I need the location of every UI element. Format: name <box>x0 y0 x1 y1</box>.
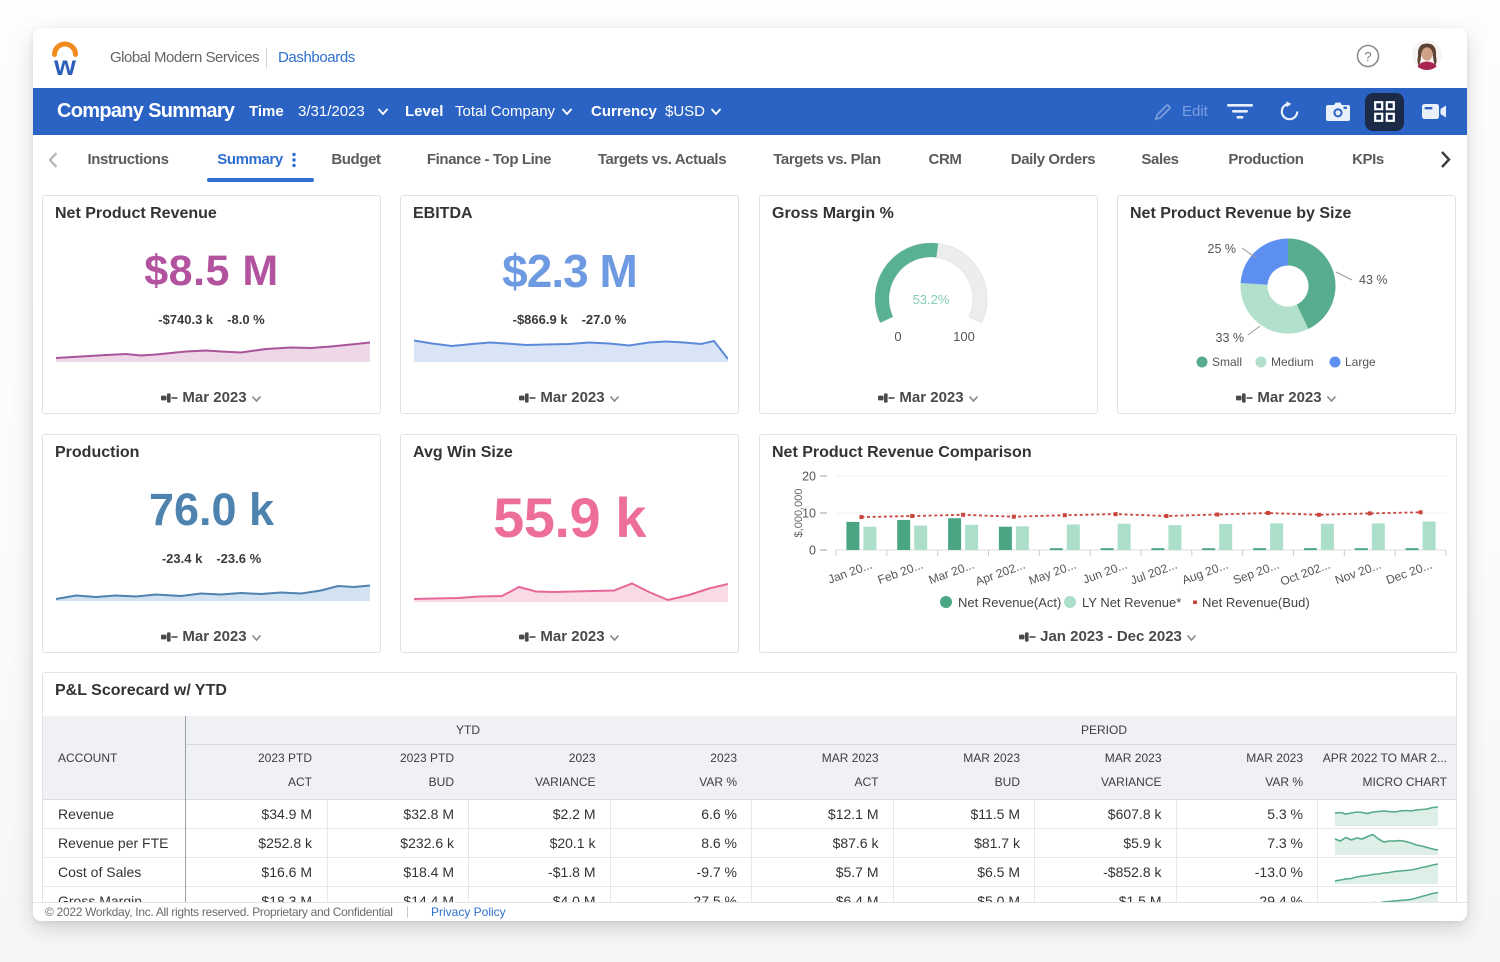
svg-text:Net Revenue(Bud): Net Revenue(Bud) <box>1202 595 1310 610</box>
svg-text:LY Net Revenue*: LY Net Revenue* <box>1082 595 1181 610</box>
svg-text:25 %: 25 % <box>1208 242 1237 256</box>
svg-text:May 20...: May 20... <box>1027 558 1078 588</box>
svg-text:Net Revenue(Act): Net Revenue(Act) <box>958 595 1061 610</box>
svg-text:43 %: 43 % <box>1359 273 1388 287</box>
svg-text:Feb 20...: Feb 20... <box>876 558 925 587</box>
svg-text:33 %: 33 % <box>1216 331 1245 345</box>
svg-text:Oct 202...: Oct 202... <box>1278 558 1332 589</box>
svg-text:Apr 202...: Apr 202... <box>973 558 1027 589</box>
svg-text:Aug 20...: Aug 20... <box>1180 558 1230 588</box>
svg-text:Medium: Medium <box>1271 355 1314 369</box>
svg-text:Sep 20...: Sep 20... <box>1231 558 1281 588</box>
svg-text:0: 0 <box>894 329 901 344</box>
svg-text:?: ? <box>1364 49 1371 64</box>
svg-text:20: 20 <box>802 470 816 484</box>
svg-text:Nov 20...: Nov 20... <box>1333 558 1383 588</box>
svg-text:Mar 20...: Mar 20... <box>927 558 976 587</box>
svg-text:Dec 20...: Dec 20... <box>1384 558 1434 588</box>
svg-text:53.2%: 53.2% <box>913 292 950 307</box>
svg-text:w: w <box>53 50 76 77</box>
svg-text:Small: Small <box>1212 355 1242 369</box>
svg-text:0: 0 <box>809 544 816 558</box>
svg-text:Jan 20...: Jan 20... <box>826 558 874 587</box>
svg-text:Large: Large <box>1345 355 1376 369</box>
svg-text:Jun 20...: Jun 20... <box>1081 558 1129 587</box>
svg-text:Jul 202...: Jul 202... <box>1128 558 1179 588</box>
svg-text:$,000,000: $,000,000 <box>793 489 805 538</box>
svg-text:100: 100 <box>953 329 975 344</box>
